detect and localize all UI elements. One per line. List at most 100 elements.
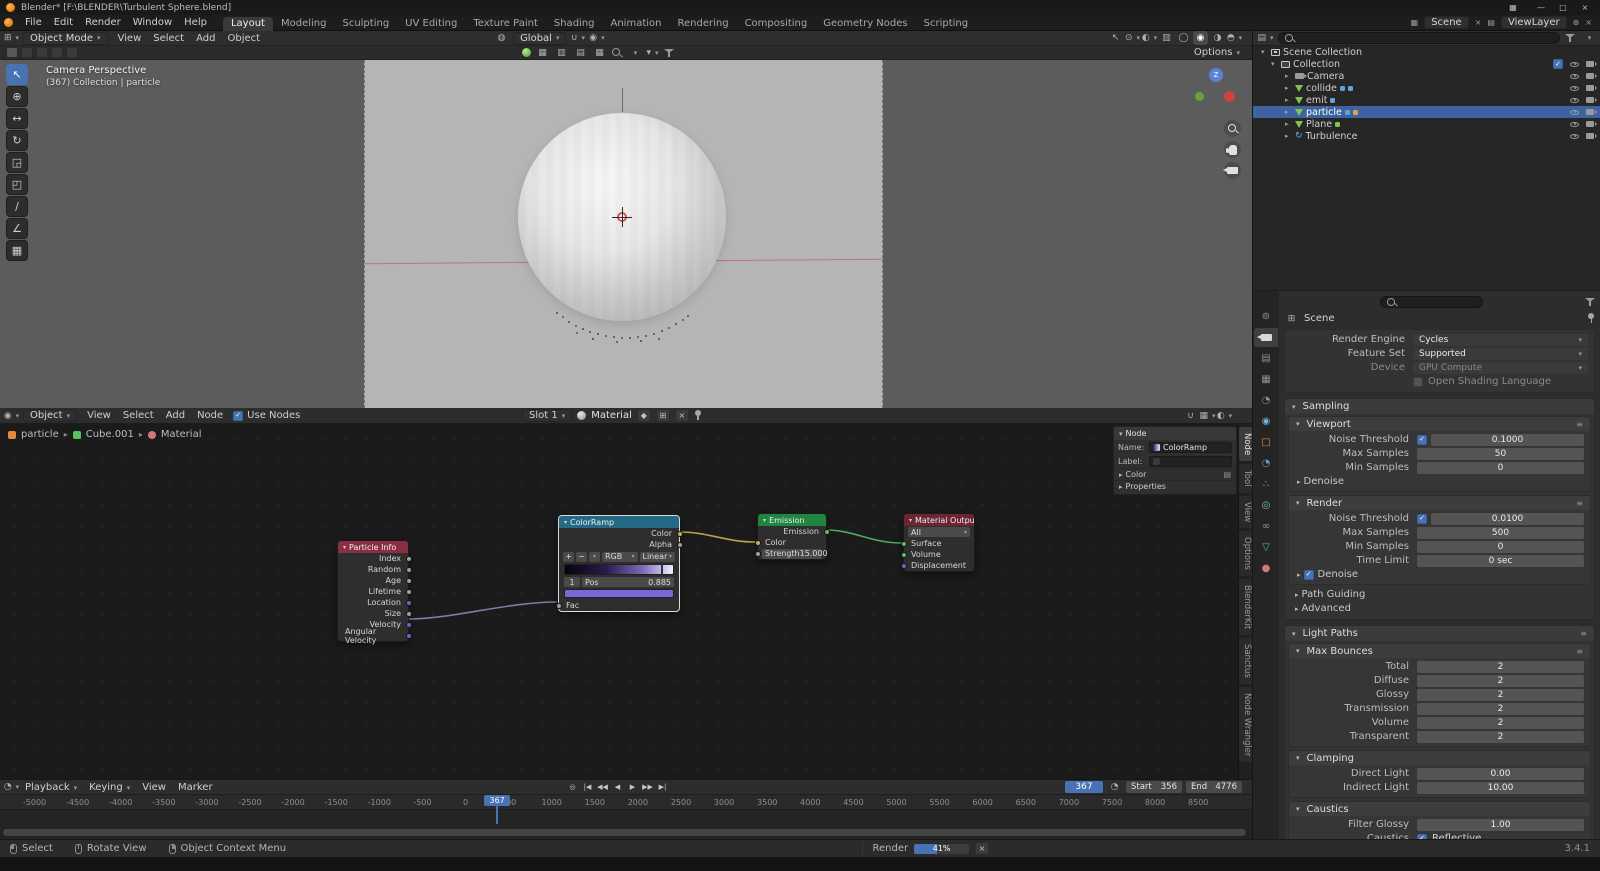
snap-magnet-icon[interactable]: ∪ (1183, 409, 1198, 423)
outliner-row-emit[interactable]: ▸ emit (1253, 94, 1600, 106)
render-min-samples-field[interactable]: 0 (1417, 540, 1584, 553)
remove-stop-button[interactable]: − (576, 551, 587, 562)
ramp-stop-marker[interactable] (660, 564, 663, 576)
menu-item[interactable]: Edit (48, 17, 79, 28)
title-bar[interactable]: Blender* [F:\BLENDER\Turbulent Sphere.bl… (0, 0, 1600, 15)
sidebar-tab[interactable]: View (1239, 495, 1252, 528)
interpolation-select[interactable]: Linear ▾ (639, 551, 675, 562)
output-socket[interactable] (405, 610, 412, 617)
hide-viewport-icon[interactable] (1570, 61, 1579, 67)
node-emission[interactable]: Emission Emission Color Strength15.000 (754, 513, 830, 560)
sidebar-tab[interactable]: Node (1239, 427, 1252, 462)
scene-unlink-icon[interactable]: × (1475, 18, 1482, 27)
displacement-input-socket[interactable] (900, 562, 907, 569)
select-mode-intersect-icon[interactable] (66, 47, 78, 58)
workspace-tab[interactable]: UV Editing (397, 17, 465, 31)
minimize-button[interactable]: — (1532, 1, 1550, 14)
grid-option4-icon[interactable]: ▦ (592, 46, 607, 60)
render-denoise-checkbox[interactable] (1303, 569, 1314, 580)
shading-wireframe-icon[interactable]: ◯ (1176, 31, 1191, 45)
menu-item[interactable]: View (81, 410, 117, 421)
cursor-tool[interactable]: ⊕ (6, 86, 28, 107)
rotate-tool[interactable]: ↻ (6, 130, 28, 151)
menu-item[interactable]: Add (160, 410, 191, 421)
sidebar-tab[interactable]: BlenderKit (1239, 578, 1252, 635)
hide-viewport-icon[interactable] (1570, 73, 1579, 79)
select-mode-new-icon[interactable] (6, 47, 18, 58)
hide-viewport-icon[interactable] (1570, 121, 1579, 127)
menu-item[interactable]: Object (221, 33, 266, 44)
preset-menu-icon[interactable]: ≡ (1576, 647, 1583, 656)
grid-option-icon[interactable]: ▦ (535, 46, 550, 60)
preset-menu-icon[interactable]: ≡ (1576, 420, 1583, 429)
overlays-toggle-icon[interactable]: ◐ (1217, 409, 1232, 423)
zoom-icon[interactable] (1224, 120, 1241, 137)
node-colorramp[interactable]: ColorRamp Color Alpha + − ▾ RGB▾ Linear▾… (555, 515, 683, 612)
render-max-samples-field[interactable]: 500 (1417, 526, 1584, 539)
feature-set-select[interactable]: Supported (1413, 347, 1588, 360)
menu-item[interactable]: File (19, 17, 48, 28)
filter-icon[interactable] (1565, 33, 1575, 43)
tool-options-menu[interactable]: Options (1188, 47, 1246, 58)
color-mode-select[interactable]: RGB ▾ (602, 551, 638, 562)
z-axis-ball[interactable]: Z (1209, 68, 1223, 82)
viewport-noise-threshold-field[interactable]: 0.1000 (1431, 433, 1584, 446)
camera-view-icon[interactable] (1223, 162, 1241, 179)
shading-rendered-icon[interactable]: ◓ (1227, 31, 1242, 45)
strength-input-socket[interactable] (754, 550, 761, 557)
menu-item[interactable]: Keying (83, 782, 136, 793)
mode-selector[interactable]: Object Mode (23, 31, 108, 45)
transparent-bounces-field[interactable]: 2 (1417, 730, 1584, 743)
timeline-track[interactable] (0, 810, 1252, 824)
transform-orientation-selector[interactable]: Global (513, 31, 567, 45)
surface-input-socket[interactable] (900, 540, 907, 547)
osl-checkbox[interactable] (1413, 376, 1423, 387)
viewport-canvas[interactable]: Camera Perspective (367) Collection | pa… (0, 60, 1252, 408)
fake-user-button[interactable]: ◆ (636, 409, 651, 422)
hide-render-icon[interactable] (1586, 133, 1597, 139)
category-dropdown-icon[interactable]: ▾ (645, 46, 660, 60)
start-frame-field[interactable]: Start 356 (1126, 781, 1182, 793)
render-noise-threshold-field[interactable]: 0.0100 (1431, 512, 1584, 525)
target-select[interactable]: All ▾ (908, 527, 970, 537)
outliner-search-input[interactable] (1278, 32, 1560, 44)
properties-section[interactable]: Properties (1114, 480, 1236, 492)
close-button[interactable]: × (1576, 1, 1594, 14)
constraints-properties-tab[interactable]: ∞ (1254, 517, 1278, 536)
select-box-tool[interactable]: ↖ (6, 64, 28, 85)
move-tool[interactable]: ↔ (6, 108, 28, 129)
workspace-tab[interactable]: Rendering (669, 17, 736, 31)
material-properties-tab[interactable]: ● (1254, 559, 1278, 578)
stop-position-field[interactable]: Pos 0.885 (582, 577, 674, 587)
node-canvas[interactable]: particle▸ Cube.001▸ Material Particle In… (0, 424, 1252, 779)
slot-selector[interactable]: Slot 1 (522, 409, 573, 422)
material-name[interactable]: Material (591, 410, 632, 421)
workspace-tab[interactable]: Sculpting (334, 17, 397, 31)
workspace-tab[interactable]: Layout (222, 16, 273, 31)
output-socket[interactable] (405, 566, 412, 573)
viewlayer-browse-icon[interactable]: ▤ (1487, 18, 1495, 27)
play-reverse-button[interactable]: ◀ (611, 781, 624, 793)
outliner-row-scene-collection[interactable]: ▾ Scene Collection (1253, 46, 1600, 58)
timeline-scrollbar[interactable] (3, 829, 1246, 836)
viewlayer-selector[interactable]: ViewLayer (1500, 16, 1567, 29)
preset-menu-icon[interactable]: ≡ (1580, 629, 1587, 638)
indirect-light-clamp-field[interactable]: 10.00 (1417, 781, 1584, 794)
glossy-bounces-field[interactable]: 2 (1417, 688, 1584, 701)
library-dropdown-icon[interactable] (626, 46, 641, 60)
viewport-max-samples-field[interactable]: 50 (1417, 447, 1584, 460)
sidebar-tab[interactable]: Tool (1239, 464, 1252, 493)
tool-properties-tab[interactable]: ⊚ (1254, 307, 1278, 326)
output-socket[interactable] (405, 577, 412, 584)
fac-input-socket[interactable] (555, 602, 562, 609)
use-nodes-checkbox[interactable] (233, 410, 244, 421)
output-socket[interactable] (405, 555, 412, 562)
advanced-subpanel[interactable]: Advanced (1285, 602, 1588, 615)
transform-tool[interactable]: ◰ (6, 174, 28, 195)
device-select[interactable]: GPU Compute (1413, 361, 1588, 374)
menu-item[interactable]: Window (127, 17, 178, 28)
workspace-tab[interactable]: Scripting (916, 17, 976, 31)
snap-magnet-icon[interactable]: ∪ (570, 31, 585, 45)
scene-selector[interactable]: Scene (1424, 16, 1469, 29)
viewlayer-properties-tab[interactable]: ▦ (1254, 370, 1278, 389)
